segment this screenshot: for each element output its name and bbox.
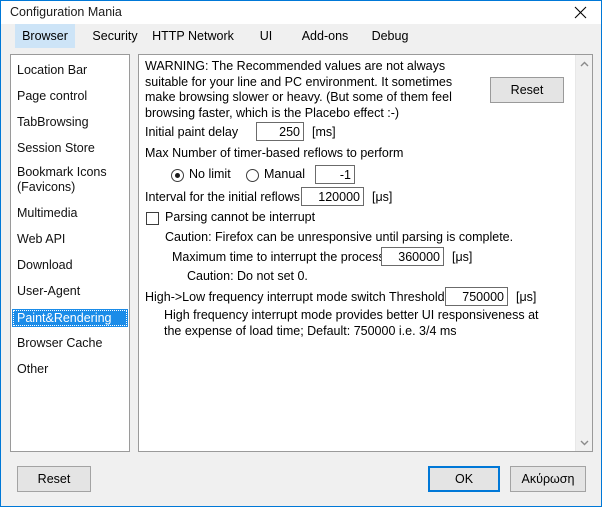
sidebar-item-label: Page control	[17, 89, 88, 103]
threshold-unit: [μs]	[516, 290, 537, 304]
panel-reset-button[interactable]: Reset	[490, 77, 564, 103]
max-time-label: Maximum time to interrupt the process	[172, 250, 385, 264]
sidebar-item-browser-cache[interactable]: Browser Cache	[12, 336, 128, 351]
category-list[interactable]: Location Bar Page control TabBrowsing Se…	[10, 54, 130, 452]
tab-add-ons[interactable]: Add-ons	[296, 24, 354, 48]
window-title: Configuration Mania	[10, 5, 122, 19]
tab-debug[interactable]: Debug	[365, 24, 415, 48]
max-time-unit: [μs]	[452, 250, 473, 264]
panel-scrollbar[interactable]	[575, 55, 592, 451]
interval-unit: [μs]	[372, 190, 393, 204]
sidebar-item-label: Web API	[17, 232, 66, 246]
threshold-input[interactable]	[445, 287, 508, 306]
sidebar-item-web-api[interactable]: Web API	[12, 232, 128, 247]
sidebar-item-label: Download	[17, 258, 73, 272]
max-time-input[interactable]	[381, 247, 444, 266]
sidebar-item-label: Multimedia	[17, 206, 78, 220]
ok-button-label: OK	[454, 472, 474, 486]
title-bar: Configuration Mania	[1, 0, 601, 24]
sidebar-item-label: User-Agent	[17, 284, 81, 298]
initial-paint-delay-unit: [ms]	[312, 125, 336, 139]
sidebar-item-label: Location Bar	[17, 63, 88, 77]
ok-button[interactable]: OK	[428, 466, 500, 492]
reflows-manual-label[interactable]: Manual	[264, 167, 305, 183]
reset-button[interactable]: Reset	[17, 466, 91, 492]
sidebar-item-label: Paint&Rendering	[17, 311, 112, 325]
reflows-no-limit-radio[interactable]	[171, 169, 184, 182]
sidebar-item-tabbrowsing[interactable]: TabBrowsing	[12, 115, 128, 130]
parsing-cannot-be-interrupt-checkbox[interactable]	[146, 212, 159, 225]
interval-input[interactable]	[301, 187, 364, 206]
sidebar-item-location-bar[interactable]: Location Bar	[12, 63, 128, 78]
reflows-group-label: Max Number of timer-based reflows to per…	[145, 146, 404, 160]
chevron-up-icon[interactable]	[576, 55, 592, 72]
sidebar-item-label: TabBrowsing	[17, 115, 89, 129]
tab-label: HTTP Network	[152, 29, 234, 43]
threshold-help-text: High frequency interrupt mode provides b…	[164, 308, 539, 338]
threshold-label: High->Low frequency interrupt mode switc…	[145, 290, 445, 304]
sidebar-item-bookmark-icons[interactable]: Bookmark Icons (Favicons)	[12, 165, 128, 195]
tab-label: UI	[259, 29, 273, 43]
reflows-no-limit-label[interactable]: No limit	[189, 167, 231, 183]
tab-security[interactable]: Security	[83, 24, 147, 48]
sidebar-item-session-store[interactable]: Session Store	[12, 141, 128, 156]
panel-reset-label: Reset	[510, 83, 544, 97]
initial-paint-delay-label: Initial paint delay	[145, 125, 239, 139]
tab-browser[interactable]: Browser	[15, 24, 75, 48]
parsing-cannot-be-interrupt-label[interactable]: Parsing cannot be interrupt	[165, 210, 315, 226]
tab-bar: Browser Security HTTP Network UI Add-ons…	[1, 24, 601, 48]
tab-label: Browser	[22, 29, 68, 43]
cancel-button[interactable]: Ακύρωση	[510, 466, 586, 492]
tab-label: Security	[92, 29, 138, 43]
configuration-mania-window: Configuration Mania Browser Security HTT…	[0, 0, 602, 507]
max-time-caution-text: Caution: Do not set 0.	[187, 269, 308, 283]
tab-label: Debug	[371, 29, 409, 43]
settings-panel: WARNING: The Recommended values are not …	[138, 54, 593, 452]
sidebar-item-label: Browser Cache	[17, 336, 103, 350]
warning-text: WARNING: The Recommended values are not …	[145, 59, 453, 120]
interval-label: Interval for the initial reflows	[145, 190, 300, 204]
sidebar-item-page-control[interactable]: Page control	[12, 89, 128, 104]
close-icon[interactable]	[559, 1, 601, 24]
initial-paint-delay-input[interactable]	[256, 122, 304, 141]
sidebar-item-label: Session Store	[17, 141, 95, 155]
reflows-manual-radio[interactable]	[246, 169, 259, 182]
tab-label: Add-ons	[301, 29, 349, 43]
sidebar-item-other[interactable]: Other	[12, 362, 128, 377]
tab-ui[interactable]: UI	[251, 24, 281, 48]
sidebar-item-label: Other	[17, 362, 49, 376]
sidebar-item-label: Bookmark Icons (Favicons)	[17, 165, 107, 194]
reflows-manual-input[interactable]	[315, 165, 355, 184]
cancel-button-label: Ακύρωση	[521, 472, 575, 486]
tab-http-network[interactable]: HTTP Network	[147, 24, 239, 48]
reset-button-label: Reset	[37, 472, 71, 486]
sidebar-item-download[interactable]: Download	[12, 258, 128, 273]
sidebar-item-multimedia[interactable]: Multimedia	[12, 206, 128, 221]
sidebar-item-paint-and-rendering[interactable]: Paint&Rendering	[12, 309, 128, 327]
chevron-down-icon[interactable]	[576, 434, 592, 451]
parsing-caution-text: Caution: Firefox can be unresponsive unt…	[165, 230, 514, 244]
sidebar-item-user-agent[interactable]: User-Agent	[12, 284, 128, 299]
